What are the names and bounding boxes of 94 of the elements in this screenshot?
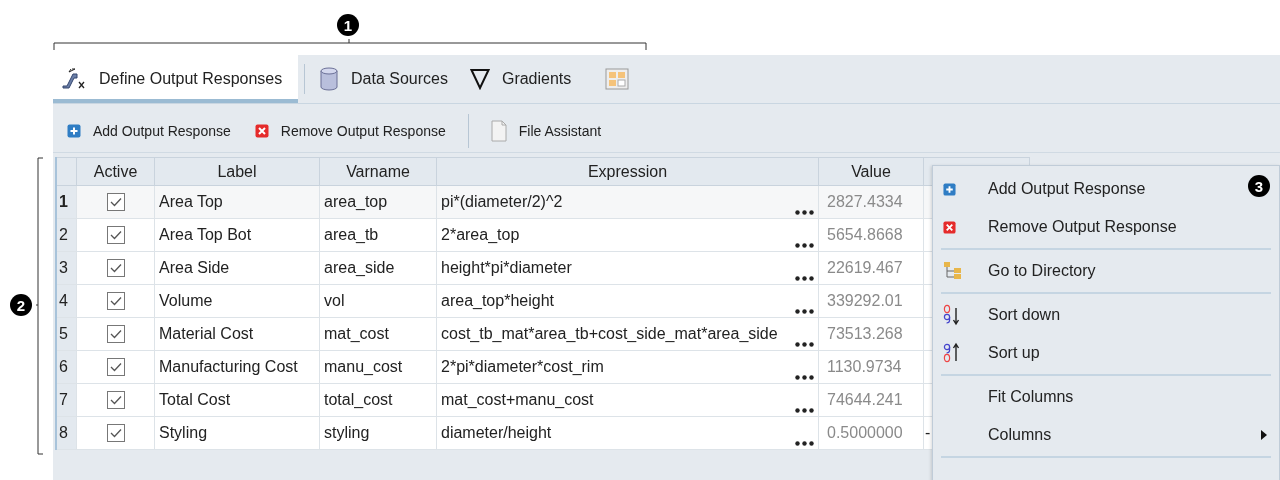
tab[interactable]: Data Sources: [311, 55, 462, 103]
table-cell: Area Top Bot: [154, 218, 320, 252]
row-number: 2: [56, 218, 77, 252]
header-cell: [56, 157, 77, 186]
remove-icon: [943, 220, 956, 234]
checkbox[interactable]: [106, 193, 125, 212]
table-cell: cost_tb_mat*area_tb+cost_side_mat*area_side: [441, 325, 778, 343]
table-cell: Total Cost: [154, 383, 320, 417]
table-cell: 73513.268: [818, 317, 924, 351]
ellipsis-icon[interactable]: [795, 375, 814, 380]
curve-x-icon: [61, 68, 87, 90]
checkmark-icon: [109, 296, 122, 307]
row-number: 5: [56, 317, 77, 351]
toolbar-button[interactable]: Remove Output Response: [252, 119, 448, 143]
column-header[interactable]: Expression: [436, 157, 819, 186]
ellipsis-icon[interactable]: [795, 408, 814, 413]
ellipsis-icon[interactable]: [795, 276, 814, 281]
document-icon: [490, 120, 507, 142]
checkbox[interactable]: [106, 325, 125, 344]
table-cell: 339292.01: [818, 284, 924, 318]
ellipsis-icon[interactable]: [795, 441, 814, 446]
menu-item[interactable]: Fit Columns: [933, 378, 1279, 416]
checkbox[interactable]: [106, 226, 125, 245]
checkbox[interactable]: [106, 424, 125, 443]
row-number: 8: [56, 416, 77, 450]
table-cell: Area Top: [154, 185, 320, 219]
table-cell: 2*pi*diameter*cost_rim: [441, 358, 604, 376]
checkmark-icon: [109, 329, 122, 340]
checkmark-icon: [109, 197, 122, 208]
table-cell: Manufacturing Cost: [154, 350, 320, 384]
table-cell: 2*area_top: [441, 226, 520, 244]
table-cell: mat_cost: [319, 317, 437, 351]
checkbox[interactable]: [106, 259, 125, 278]
table-cell: height*pi*diameter: [441, 259, 572, 277]
table-cell: vol: [319, 284, 437, 318]
table-cell: diameter/height: [441, 424, 552, 442]
table-cell: Styling: [154, 416, 320, 450]
tab[interactable]: Gradients: [461, 55, 586, 103]
menu-item[interactable]: Remove Output Response: [933, 208, 1279, 246]
tab[interactable]: Define Output Responses: [53, 55, 298, 103]
menu-item[interactable]: Sort down: [933, 296, 1279, 334]
checkmark-icon: [109, 428, 122, 439]
table-cell: styling: [319, 416, 437, 450]
table-cell: 22619.467: [818, 251, 924, 285]
row-number: 1: [56, 185, 77, 219]
row-number: 7: [56, 383, 77, 417]
column-header[interactable]: Value: [818, 157, 924, 186]
table-cell: pi*(diameter/2)^2: [441, 193, 563, 211]
table-cell: area_top*height: [441, 292, 554, 310]
checkbox[interactable]: [106, 358, 125, 377]
ellipsis-icon[interactable]: [795, 210, 814, 215]
table-cell: Material Cost: [154, 317, 320, 351]
remove-icon: [254, 124, 269, 138]
toolbar-button[interactable]: File Assistant: [488, 116, 604, 146]
ellipsis-icon[interactable]: [795, 342, 814, 347]
table-cell: 0.5000000: [818, 416, 924, 450]
checkmark-icon: [109, 263, 122, 274]
table-cell: 2827.4334: [818, 185, 924, 219]
table-cell: Area Side: [154, 251, 320, 285]
column-header[interactable]: Active: [76, 157, 155, 186]
checkmark-icon: [109, 395, 122, 406]
checkmark-icon: [109, 230, 122, 241]
menu-item[interactable]: Add Output Response: [933, 170, 1239, 208]
table-cell: area_top: [319, 185, 437, 219]
callout-marker: 2: [10, 294, 32, 316]
checkmark-icon: [109, 362, 122, 373]
toolbar-button[interactable]: Add Output Response: [65, 119, 233, 143]
table-cell: total_cost: [319, 383, 437, 417]
row-number: 4: [56, 284, 77, 318]
menu-item[interactable]: Sort up: [933, 334, 1279, 372]
table-cell: area_tb: [319, 218, 437, 252]
table-cell: area_side: [319, 251, 437, 285]
table-cell: 74644.241: [818, 383, 924, 417]
ellipsis-icon[interactable]: [795, 309, 814, 314]
ellipsis-icon[interactable]: [795, 243, 814, 248]
checkbox[interactable]: [106, 292, 125, 311]
add-icon: [943, 182, 956, 196]
add-icon: [67, 124, 81, 138]
column-header[interactable]: Label: [154, 157, 320, 186]
folder-tree-icon: [943, 261, 963, 281]
row-number: 6: [56, 350, 77, 384]
table-cell: 5654.8668: [818, 218, 924, 252]
table-cell: manu_cost: [319, 350, 437, 384]
table-cell: 1130.9734: [818, 350, 924, 384]
callout-marker: 1: [337, 14, 359, 36]
grid-icon: [605, 68, 630, 90]
menu-item[interactable]: Go to Directory: [933, 252, 1279, 290]
database-icon: [319, 67, 339, 91]
table-cell: Volume: [154, 284, 320, 318]
checkbox[interactable]: [106, 391, 125, 410]
row-number: 3: [56, 251, 77, 285]
column-header[interactable]: Varname: [319, 157, 437, 186]
table-cell: mat_cost+manu_cost: [441, 391, 594, 409]
nabla-icon: [469, 68, 490, 90]
